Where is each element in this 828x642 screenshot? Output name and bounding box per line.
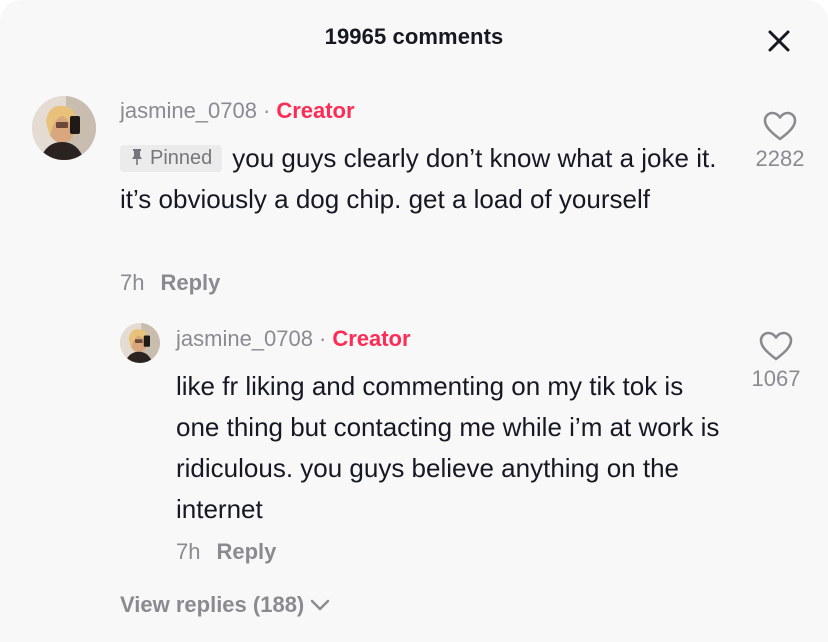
heart-icon[interactable] [758,330,794,362]
view-replies-label: View replies (188) [120,592,305,617]
reply-header: jasmine_0708 · Creator [176,326,411,352]
comment-username[interactable]: jasmine_0708 [120,98,257,123]
reply-button[interactable]: Reply [160,270,220,295]
avatar[interactable] [32,96,96,160]
comment-meta: 7h Reply [120,270,220,296]
pin-icon [132,149,142,165]
reply-button[interactable]: Reply [216,539,276,564]
comment-body: Pinned you guys clearly don’t know what a… [120,138,720,220]
like-count: 2282 [755,146,805,171]
heart-icon[interactable] [762,110,798,142]
reply-time: 7h [176,539,201,564]
like-count: 1067 [751,366,801,391]
chevron-down-icon [311,599,330,611]
pinned-badge: Pinned [120,145,223,172]
comment-header: jasmine_0708 · Creator [120,98,355,124]
close-icon[interactable] [764,26,794,56]
reply-meta: 7h Reply [176,539,276,565]
reply-username[interactable]: jasmine_0708 [176,326,313,351]
comments-sheet: 19965 comments jasmine_0708 · Creator Pinn… [0,0,828,642]
like-control: 2282 [740,110,820,172]
comment-time: 7h [120,270,145,295]
view-replies-button[interactable]: View replies (188) [120,592,330,618]
comments-count-title: 19965 comments [324,24,504,49]
creator-badge: Creator [332,326,411,351]
separator-dot: · [262,98,271,123]
reply-avatar[interactable] [120,323,160,363]
separator-dot: · [318,326,327,351]
creator-badge: Creator [276,98,355,123]
reply-like-control: 1067 [736,330,816,392]
pinned-label: Pinned [150,147,213,169]
reply-body: like fr liking and commenting on my tik … [176,371,720,524]
